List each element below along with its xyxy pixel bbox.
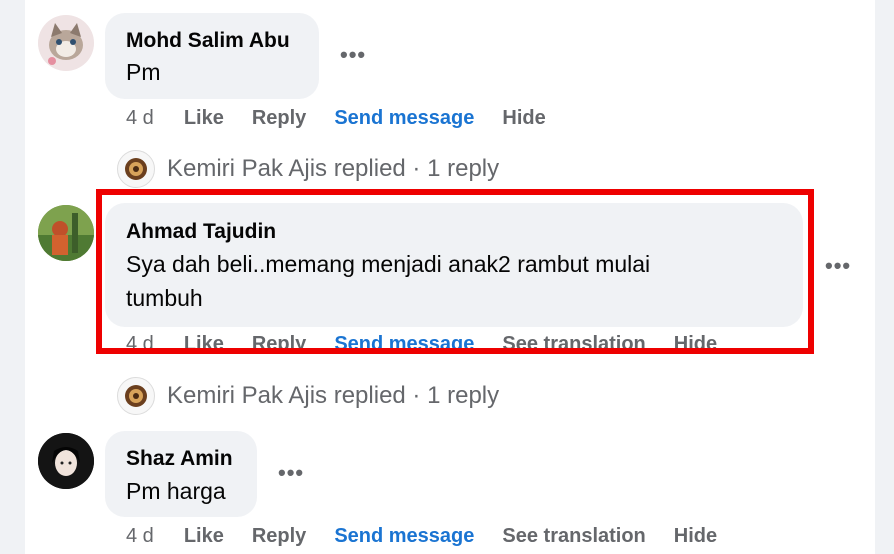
comment-text-line-2: tumbuh bbox=[126, 285, 203, 311]
avatar-mohd-salim-abu[interactable] bbox=[38, 15, 94, 71]
portrait-avatar-icon bbox=[38, 433, 94, 489]
comment-author[interactable]: Ahmad Tajudin bbox=[126, 220, 276, 244]
see-translation-button[interactable]: See translation bbox=[502, 333, 645, 356]
comment-text: Pm harga bbox=[126, 478, 226, 504]
like-button[interactable]: Like bbox=[184, 107, 224, 130]
reply-button[interactable]: Reply bbox=[252, 525, 306, 548]
send-message-button[interactable]: Send message bbox=[334, 525, 474, 548]
comment-text: Pm bbox=[126, 59, 161, 85]
comment-text-line-1: Sya dah beli..memang menjadi anak2 rambu… bbox=[126, 251, 651, 277]
hide-button[interactable]: Hide bbox=[674, 333, 717, 356]
see-translation-button[interactable]: See translation bbox=[502, 525, 645, 548]
avatar-ahmad-tajudin[interactable] bbox=[38, 205, 94, 261]
comment-actions: 4 d Like Reply Send message See translat… bbox=[126, 329, 745, 359]
comment-actions: 4 d Like Reply Send message Hide bbox=[126, 103, 574, 133]
kemiri-pak-ajis-avatar bbox=[117, 377, 155, 415]
brand-logo-icon bbox=[125, 158, 147, 180]
hide-button[interactable]: Hide bbox=[674, 525, 717, 548]
send-message-button[interactable]: Send message bbox=[334, 333, 474, 356]
like-button[interactable]: Like bbox=[184, 525, 224, 548]
reply-button[interactable]: Reply bbox=[252, 333, 306, 356]
more-options-icon[interactable]: ••• bbox=[340, 42, 366, 68]
comment-time[interactable]: 4 d bbox=[126, 333, 154, 356]
hide-button[interactable]: Hide bbox=[502, 107, 545, 130]
replies-summary[interactable]: Kemiri Pak Ajis replied · 1 reply bbox=[167, 382, 499, 410]
more-options-icon[interactable]: ••• bbox=[278, 460, 304, 486]
kemiri-pak-ajis-avatar bbox=[117, 150, 155, 188]
comment-actions: 4 d Like Reply Send message See translat… bbox=[126, 521, 745, 551]
view-replies-link[interactable]: Kemiri Pak Ajis replied · 1 reply bbox=[117, 377, 499, 415]
cat-avatar-icon bbox=[38, 15, 94, 71]
comment-time[interactable]: 4 d bbox=[126, 107, 154, 130]
replies-summary[interactable]: Kemiri Pak Ajis replied · 1 reply bbox=[167, 155, 499, 183]
like-button[interactable]: Like bbox=[184, 333, 224, 356]
view-replies-link[interactable]: Kemiri Pak Ajis replied · 1 reply bbox=[117, 150, 499, 188]
reply-button[interactable]: Reply bbox=[252, 107, 306, 130]
comment-author[interactable]: Mohd Salim Abu bbox=[126, 29, 290, 53]
comment-time[interactable]: 4 d bbox=[126, 525, 154, 548]
send-message-button[interactable]: Send message bbox=[334, 107, 474, 130]
outdoor-photo-avatar-icon bbox=[38, 205, 94, 261]
avatar-shaz-amin[interactable] bbox=[38, 433, 94, 489]
more-options-icon[interactable]: ••• bbox=[825, 253, 851, 279]
comment-author[interactable]: Shaz Amin bbox=[126, 447, 233, 471]
brand-logo-icon bbox=[125, 385, 147, 407]
